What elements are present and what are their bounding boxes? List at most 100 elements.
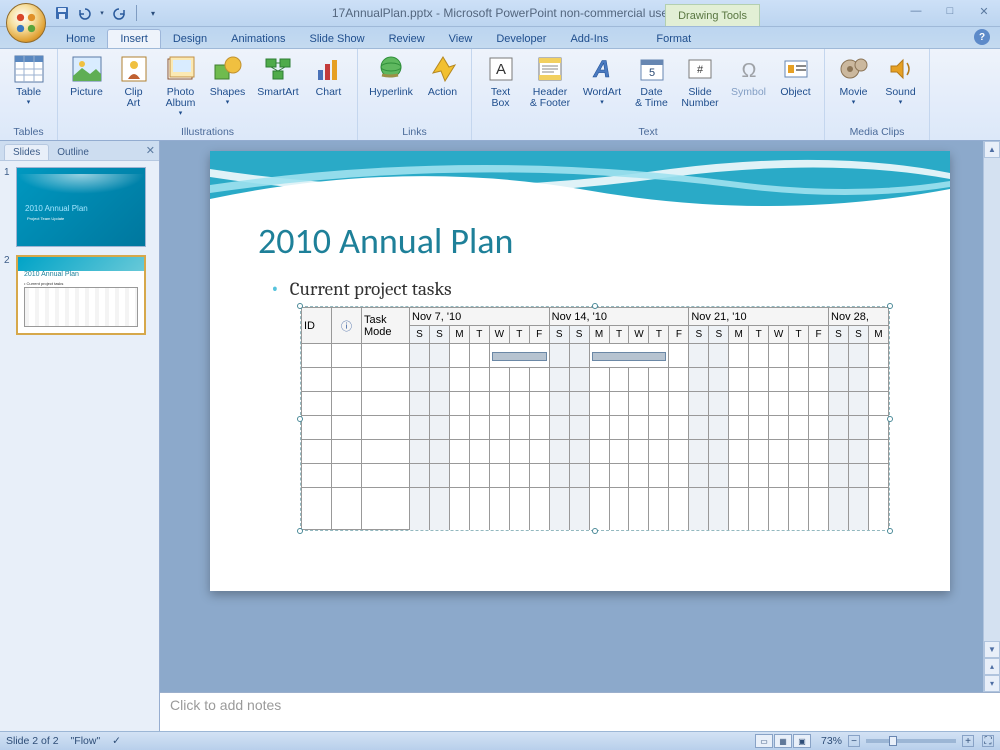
shapes-button[interactable]: Shapes▾ [205, 51, 250, 108]
day-header: W [769, 326, 789, 344]
group-links: Hyperlink Action Links [358, 49, 472, 140]
tab-developer[interactable]: Developer [484, 30, 558, 48]
hyperlink-button[interactable]: Hyperlink [364, 51, 418, 100]
scroll-up-button[interactable]: ▲ [984, 141, 1000, 158]
chart-button[interactable]: Chart [306, 51, 351, 100]
chart-label: Chart [316, 87, 342, 98]
sound-button[interactable]: Sound▾ [878, 51, 923, 108]
col-info: ⓘ [332, 308, 362, 344]
slide-title[interactable]: 2010 Annual Plan [258, 219, 513, 263]
clipart-button[interactable]: Clip Art [111, 51, 156, 111]
slide[interactable]: 2010 Annual Plan Current project tasks [210, 151, 950, 591]
dropdown-arrow-icon: ▾ [600, 98, 604, 106]
resize-handle[interactable] [297, 528, 303, 534]
day-header: F [669, 326, 689, 344]
action-button[interactable]: Action [420, 51, 465, 100]
day-header: S [829, 326, 849, 344]
sound-label: Sound [885, 87, 915, 98]
day-header: F [809, 326, 829, 344]
slide-canvas[interactable]: 2010 Annual Plan Current project tasks [160, 141, 1000, 692]
wordart-button[interactable]: AWordArt▾ [577, 51, 627, 108]
tab-animations[interactable]: Animations [219, 30, 297, 48]
close-button[interactable]: ✕ [974, 3, 994, 19]
help-button[interactable]: ? [974, 29, 990, 45]
pane-tab-outline[interactable]: Outline [49, 145, 97, 160]
picture-button[interactable]: Picture [64, 51, 109, 100]
slide-wave-decoration [210, 151, 950, 221]
resize-handle[interactable] [887, 303, 893, 309]
spellcheck-icon[interactable]: ✓ [112, 735, 121, 747]
day-header: W [629, 326, 649, 344]
movie-button[interactable]: Movie▾ [831, 51, 876, 108]
tab-review[interactable]: Review [377, 30, 437, 48]
datetime-button[interactable]: 5Date & Time [629, 51, 674, 111]
zoom-thumb[interactable] [889, 736, 897, 746]
maximize-button[interactable]: □ [940, 3, 960, 19]
thumb2-bullet: • Current project tasks [24, 281, 63, 286]
zoom-in-button[interactable]: + [962, 735, 974, 747]
tab-view[interactable]: View [437, 30, 485, 48]
shapes-icon [212, 53, 244, 85]
resize-handle[interactable] [592, 528, 598, 534]
undo-dropdown-icon[interactable]: ▾ [98, 5, 106, 21]
pane-close-button[interactable]: ✕ [146, 144, 155, 157]
tab-slideshow[interactable]: Slide Show [298, 30, 377, 48]
fit-window-button[interactable]: ⛶ [982, 735, 994, 747]
scroll-down-button[interactable]: ▼ [984, 641, 1000, 658]
next-slide-button[interactable]: ▾ [984, 675, 1000, 692]
day-header: T [509, 326, 529, 344]
textbox-label: Text Box [491, 87, 510, 109]
scroll-track[interactable] [984, 158, 1000, 632]
gantt-object[interactable]: ID ⓘ Task Mode Nov 7, '10 Nov 14, '10 No… [300, 306, 890, 531]
slide-bullet[interactable]: Current project tasks [270, 275, 452, 301]
vertical-scrollbar[interactable]: ▲ ▼ ▴ ▾ [983, 141, 1000, 692]
resize-handle[interactable] [887, 416, 893, 422]
tab-insert[interactable]: Insert [107, 29, 161, 48]
photoalbum-button[interactable]: Photo Album▾ [158, 51, 203, 119]
table-button[interactable]: Table ▾ [6, 51, 51, 108]
textbox-icon: A [485, 53, 517, 85]
thumbnail-slide-1[interactable]: 2010 Annual Plan Project Team Update [16, 167, 146, 247]
smartart-button[interactable]: SmartArt [252, 51, 304, 100]
zoom-out-button[interactable]: − [848, 735, 860, 747]
thumbnail-slide-2[interactable]: 2010 Annual Plan • Current project tasks [16, 255, 146, 335]
prev-slide-button[interactable]: ▴ [984, 658, 1000, 675]
qat-customize-icon[interactable]: ▾ [145, 5, 161, 21]
resize-handle[interactable] [297, 303, 303, 309]
save-icon[interactable] [54, 5, 70, 21]
svg-text:5: 5 [648, 67, 654, 79]
day-header: M [729, 326, 749, 344]
tab-format[interactable]: Format [644, 30, 703, 48]
canvas-area: 2010 Annual Plan Current project tasks [160, 141, 1000, 731]
svg-text:#: # [697, 64, 704, 76]
svg-text:A: A [592, 56, 610, 83]
tab-addins[interactable]: Add-Ins [558, 30, 620, 48]
thumb2-title: 2010 Annual Plan [24, 271, 79, 278]
textbox-button[interactable]: A Text Box [478, 51, 523, 111]
resize-handle[interactable] [887, 528, 893, 534]
zoom-level[interactable]: 73% [821, 735, 842, 747]
group-text: A Text Box Header & Footer AWordArt▾ 5Dat… [472, 49, 825, 140]
redo-icon[interactable] [112, 5, 128, 21]
sorter-view-button[interactable]: ▦ [774, 734, 792, 748]
minimize-button[interactable]: — [906, 3, 926, 19]
tab-home[interactable]: Home [54, 30, 107, 48]
resize-handle[interactable] [297, 416, 303, 422]
undo-icon[interactable] [76, 5, 92, 21]
zoom-slider[interactable] [866, 739, 956, 743]
slidenumber-button[interactable]: #Slide Number [676, 51, 724, 111]
notes-pane[interactable]: Click to add notes [160, 692, 1000, 731]
headerfooter-button[interactable]: Header & Footer [525, 51, 575, 111]
tab-design[interactable]: Design [161, 30, 219, 48]
dropdown-arrow-icon: ▾ [27, 98, 31, 106]
pane-tab-slides[interactable]: Slides [4, 144, 49, 160]
table-icon [13, 53, 45, 85]
slideshow-view-button[interactable]: ▣ [793, 734, 811, 748]
symbol-button[interactable]: ΩSymbol [726, 51, 771, 100]
normal-view-button[interactable]: ▭ [755, 734, 773, 748]
resize-handle[interactable] [592, 303, 598, 309]
day-header: T [469, 326, 489, 344]
object-button[interactable]: Object [773, 51, 818, 100]
col-mode: Task Mode [362, 308, 410, 344]
office-button[interactable] [6, 3, 46, 43]
